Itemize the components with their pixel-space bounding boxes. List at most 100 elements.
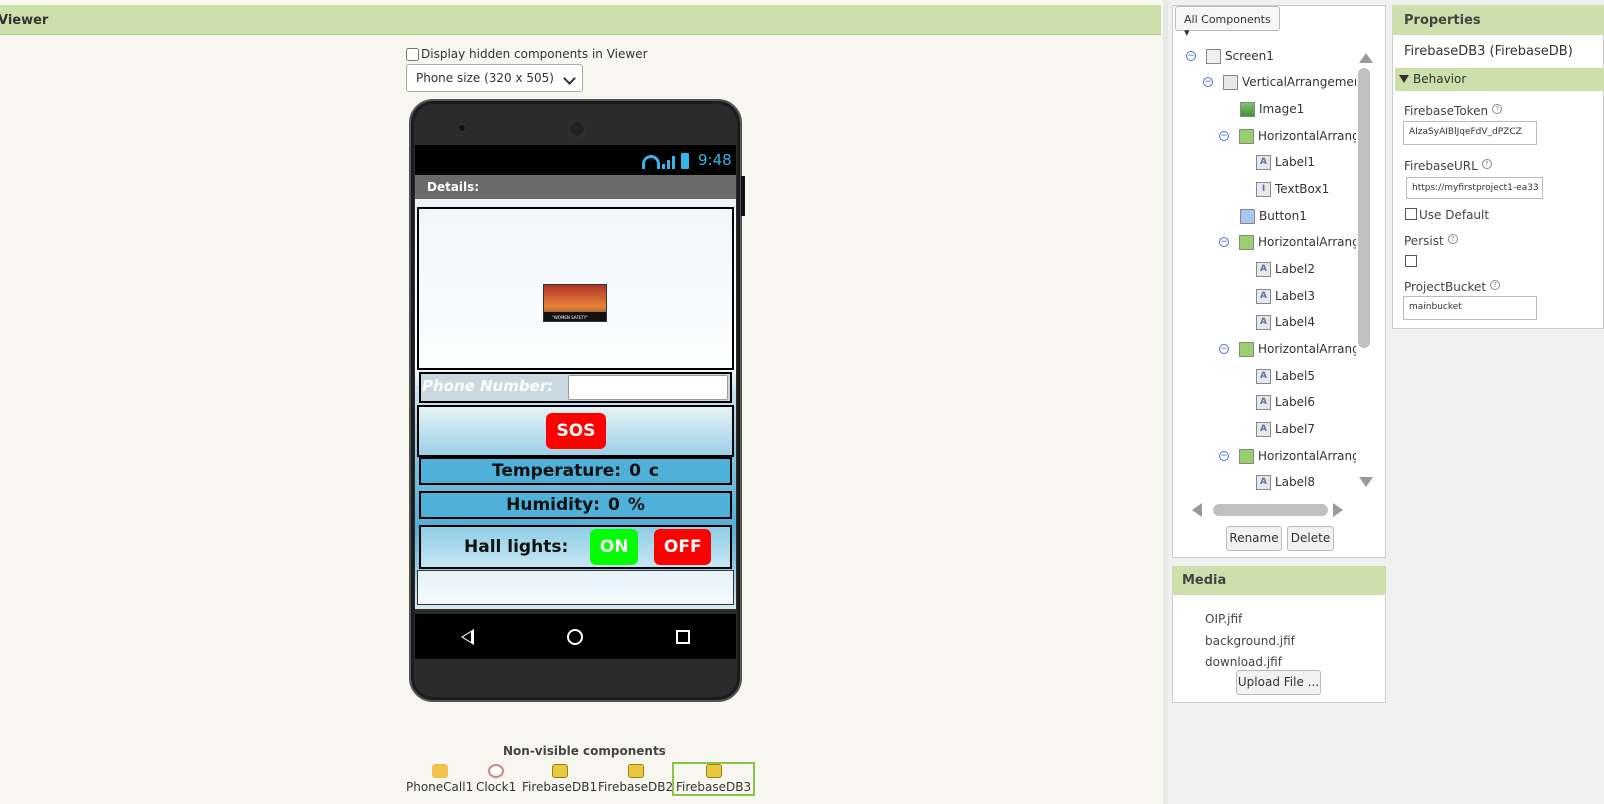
media-file[interactable]: background.jfif [1205,634,1295,648]
logo-text: "WOMEN SAFETY" [552,315,589,320]
nonvisible-firebasedb2[interactable]: FirebaseDB2 [598,764,673,794]
database-icon [551,764,568,778]
tree-label: Label3 [1275,289,1316,303]
nonvisible-phonecall1[interactable]: PhoneCall1 [406,764,473,794]
tree-item-horizontalarrangement[interactable]: − HorizontalArrange [1219,446,1356,466]
persist-label: Persist [1404,234,1444,248]
media-file[interactable]: download.jfif [1205,655,1282,669]
tree-item-button1[interactable]: Button1 [1240,206,1307,226]
tree-item-screen1[interactable]: − Screen1 [1186,46,1274,66]
back-icon [461,628,475,645]
tree-item-label2[interactable]: A Label2 [1256,259,1315,279]
tree-label: HorizontalArrange [1258,235,1356,249]
vertical-scrollbar[interactable] [1358,68,1370,348]
tree-label: HorizontalArrange [1258,342,1356,356]
tree-item-label8[interactable]: A Label8 [1256,472,1315,492]
nonvisible-firebasedb3[interactable]: FirebaseDB3 [672,762,756,796]
collapse-icon[interactable]: − [1203,77,1213,87]
phone-side-button [741,176,745,216]
help-icon[interactable]: ? [1490,280,1501,290]
tree-item-label4[interactable]: A Label4 [1256,312,1315,332]
camera-icon [458,124,466,132]
project-bucket-input[interactable]: mainbucket [1403,296,1537,320]
collapse-icon[interactable]: − [1219,344,1229,354]
humidity-label[interactable]: Humidity: [506,495,600,515]
vertical-arrangement-icon [1223,74,1238,90]
rename-button[interactable]: Rename [1226,526,1282,551]
behavior-section-header[interactable]: Behavior [1395,68,1604,91]
scroll-down-icon[interactable] [1359,477,1373,487]
media-header: Media [1172,566,1386,595]
phone-number-label[interactable]: Phone Number: [422,377,553,395]
horizontal-arrangement-icon [1239,234,1254,250]
horizontal-arrangement-icon [1239,128,1254,144]
label-icon: A [1256,474,1271,490]
label-icon: A [1256,421,1271,437]
use-default-checkbox[interactable] [1405,208,1417,220]
tree-item-image1[interactable]: Image1 [1240,99,1304,119]
collapse-icon[interactable]: − [1219,237,1229,247]
firebase-token-input[interactable]: AIzaSyAIBlJqeFdV_dPZCZ [1403,121,1537,145]
tree-item-textbox1[interactable]: I TextBox1 [1256,179,1329,199]
help-icon[interactable]: ? [1447,234,1458,244]
horizontal-scrollbar[interactable] [1213,504,1328,516]
temperature-row: Temperature: 0 c [419,457,732,485]
collapse-icon[interactable]: − [1219,131,1229,141]
temperature-value[interactable]: 0 [629,461,641,481]
help-icon[interactable]: ? [1492,104,1503,114]
help-icon[interactable]: ? [1481,159,1492,169]
lights-on-button[interactable]: ON [590,529,639,565]
label-icon: A [1256,368,1271,384]
lights-off-button[interactable]: OFF [654,529,712,565]
battery-icon [681,153,689,169]
scroll-left-icon[interactable] [1192,503,1202,517]
delete-button[interactable]: Delete [1287,526,1334,551]
women-safety-image[interactable]: "WOMEN SAFETY" [543,284,607,322]
humidity-unit[interactable]: % [628,495,645,515]
media-file[interactable]: OIP.jfif [1205,612,1242,626]
hall-lights-row: Hall lights: ON OFF [419,525,732,569]
collapse-icon[interactable]: − [1219,451,1229,461]
tree-item-verticalarrangement1[interactable]: − VerticalArrangement1 [1203,72,1356,92]
upload-file-button[interactable]: Upload File ... [1236,670,1321,695]
database-icon [627,764,644,778]
tree-label: Label5 [1275,369,1316,383]
phone-size-select[interactable]: Phone size (320 x 505) [406,64,583,92]
speaker-icon [569,121,585,137]
android-nav-bar [415,614,736,659]
project-bucket-label: ProjectBucket [1404,280,1487,294]
expand-triangle-icon [1399,75,1409,83]
tree-item-label6[interactable]: A Label6 [1256,392,1315,412]
nonvisible-title: Non-visible components [503,744,666,758]
temperature-unit[interactable]: c [649,461,659,481]
tree-item-label5[interactable]: A Label5 [1256,366,1315,386]
sos-button[interactable]: SOS [546,413,606,449]
display-hidden-checkbox[interactable] [406,47,419,61]
behavior-label: Behavior [1413,72,1467,86]
status-clock: 9:48 [698,151,732,169]
tree-item-label7[interactable]: A Label7 [1256,419,1315,439]
tree-item-horizontalarrangement[interactable]: − HorizontalArrange [1219,232,1356,252]
firebase-url-input[interactable]: https://myfirstproject1-ea33 [1406,177,1543,199]
collapse-icon[interactable]: − [1186,51,1196,61]
tree-item-horizontalarrangement[interactable]: − HorizontalArrange [1219,126,1356,146]
tree-item-label1[interactable]: A Label1 [1256,152,1315,172]
nonvisible-clock1[interactable]: Clock1 [476,764,516,794]
nonvisible-firebasedb1[interactable]: FirebaseDB1 [522,764,597,794]
tree-item-horizontalarrangement[interactable]: − HorizontalArrange [1219,339,1356,359]
hall-lights-label[interactable]: Hall lights: [464,537,568,557]
firebase-url-label-row: FirebaseURL? [1404,159,1492,173]
all-components-label: All Components [1184,13,1271,26]
persist-checkbox[interactable] [1405,255,1417,267]
humidity-value[interactable]: 0 [608,495,620,515]
label-icon: A [1256,154,1271,170]
temperature-label[interactable]: Temperature: [492,461,621,481]
scroll-up-icon[interactable] [1359,53,1373,63]
tree-item-label3[interactable]: A Label3 [1256,286,1315,306]
status-icons [642,151,692,169]
scroll-right-icon[interactable] [1333,503,1343,517]
tree-label: Label4 [1275,315,1316,329]
tree-label: Image1 [1259,102,1305,116]
phone-number-textbox[interactable] [568,375,728,400]
all-components-dropdown[interactable]: All Components ▾ [1175,6,1280,39]
